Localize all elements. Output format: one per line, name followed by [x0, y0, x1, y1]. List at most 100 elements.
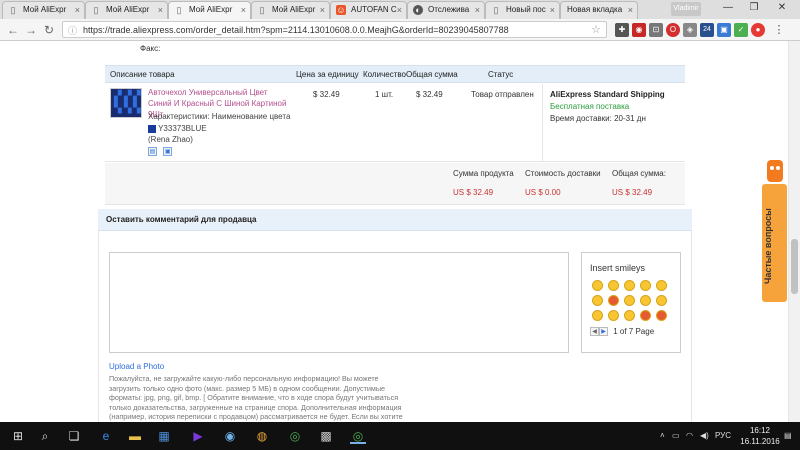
extension-icon[interactable]: ⊡ [649, 23, 663, 37]
shipping-cost: Бесплатная поставка [550, 102, 630, 111]
opera-icon[interactable]: O [666, 23, 680, 37]
file-explorer-icon[interactable]: ▬ [127, 428, 143, 444]
upload-photo-link[interactable]: Upload a Photo [109, 362, 164, 371]
quantity: 1 шт. [375, 90, 394, 99]
app-icon[interactable]: ◍ [254, 428, 270, 444]
smiley-icon[interactable] [608, 280, 619, 291]
extension-icon[interactable]: ✓ [734, 23, 748, 37]
tab-title: Новый пос [506, 5, 546, 14]
chrome-active-icon[interactable]: ◎ [350, 428, 366, 444]
reload-icon[interactable]: ↻ [42, 23, 56, 37]
smiley-icon[interactable] [608, 310, 619, 321]
user-profile-button[interactable]: Vladimir [671, 2, 701, 16]
menu-icon[interactable]: ⋮ [772, 23, 786, 37]
extension-icon[interactable]: ✚ [615, 23, 629, 37]
tab-title: Мой AliExpr [106, 5, 150, 14]
extension-icon[interactable]: ◉ [632, 23, 646, 37]
page-scrollbar[interactable] [788, 41, 800, 422]
maximize-icon[interactable]: ❐ [744, 2, 764, 13]
order-totals-row: Сумма продукта US $ 32.49 Стоимость дост… [105, 163, 685, 205]
system-clock[interactable]: 16:12 16.11.2016 [735, 425, 785, 447]
close-tab-icon[interactable]: × [241, 2, 246, 18]
smiley-icon[interactable] [592, 295, 603, 306]
close-tab-icon[interactable]: × [628, 2, 633, 18]
close-tab-icon[interactable]: × [320, 2, 325, 18]
browser-tab-active[interactable]: ▯ Мой AliExpr × [168, 1, 251, 19]
order-table-header: Описание товара Цена за единицу Количест… [105, 65, 685, 83]
windows-start-icon[interactable]: ⊞ [10, 428, 26, 444]
battery-icon[interactable]: ▭ [672, 431, 680, 440]
minimize-icon[interactable]: — [718, 2, 738, 13]
store-icon[interactable]: ▦ [156, 428, 172, 444]
smiley-icon[interactable] [656, 280, 667, 291]
volume-icon[interactable]: ◀) [700, 431, 709, 440]
shipping-method: AliExpress Standard Shipping [550, 90, 665, 99]
bookmark-star-icon[interactable]: ☆ [591, 23, 601, 36]
smiley-icon[interactable] [624, 295, 635, 306]
browser-tab[interactable]: ▯ Новый пос × [485, 1, 560, 19]
item-status: Товар отправлен [471, 90, 534, 99]
extension-icon[interactable]: ▣ [717, 23, 731, 37]
extension-icon[interactable]: ● [751, 23, 765, 37]
browser-tab[interactable]: ☺ AUTOFAN C × [330, 1, 407, 19]
snapshot-icon[interactable]: ▤ [148, 147, 157, 157]
smiley-icon[interactable] [640, 280, 651, 291]
close-tab-icon[interactable]: × [75, 2, 80, 18]
close-window-icon[interactable]: ✕ [772, 2, 792, 13]
steam-icon[interactable]: ◉ [222, 428, 238, 444]
comment-textarea[interactable] [109, 252, 569, 353]
prev-page-icon[interactable]: ◀ [590, 327, 599, 337]
extension-icon[interactable]: ◈ [683, 23, 697, 37]
smiley-icon[interactable] [592, 310, 603, 321]
smiley-icon[interactable] [640, 295, 651, 306]
document-icon: ▯ [176, 5, 182, 15]
task-view-icon[interactable]: ❏ [66, 428, 82, 444]
column-header: Цена за единицу [296, 70, 359, 79]
smiley-icon[interactable] [656, 310, 667, 321]
browser-tab[interactable]: ▯ Мой AliExpr × [85, 1, 168, 19]
close-tab-icon[interactable]: × [475, 2, 480, 18]
media-player-icon[interactable]: ▶ [190, 428, 206, 444]
search-icon[interactable]: ⌕ [37, 428, 53, 444]
forward-icon[interactable]: → [24, 23, 38, 37]
browser-tab[interactable]: ▯ Мой AliExpr × [251, 1, 330, 19]
document-icon: ▯ [259, 5, 265, 15]
close-tab-icon[interactable]: × [550, 2, 555, 18]
divider [542, 84, 543, 162]
browser-tab[interactable]: ▯ Мой AliExpr × [2, 1, 85, 19]
smiley-icon[interactable] [608, 295, 619, 306]
tab-title: Новая вкладка [567, 5, 623, 14]
wifi-icon[interactable]: ◠ [686, 431, 693, 440]
shipping-cost-label: Стоимость доставки [525, 169, 601, 178]
browser-tab[interactable]: Новая вкладка × [560, 1, 638, 19]
extension-badge-icon[interactable]: 24 [700, 23, 714, 37]
smiley-icon[interactable] [624, 280, 635, 291]
calculator-icon[interactable]: ▩ [318, 428, 334, 444]
tab-title: Мой AliExpr [189, 5, 233, 14]
close-tab-icon[interactable]: × [397, 2, 402, 18]
autofan-icon: ☺ [336, 5, 346, 15]
close-tab-icon[interactable]: × [158, 2, 163, 18]
tray-up-icon[interactable]: ˄ [660, 431, 665, 440]
chrome-icon[interactable]: ◎ [287, 428, 303, 444]
next-page-icon[interactable]: ▶ [599, 327, 608, 337]
browser-tab[interactable]: ◐ Отслежива × [407, 1, 485, 19]
smiley-icon[interactable] [640, 310, 651, 321]
notifications-icon[interactable]: ▤ [784, 431, 792, 440]
windows-taskbar: ⊞ ⌕ ❏ e ▬ ▦ ▶ ◉ ◍ ◎ ▩ ◎ ˄ ▭ ◠ ◀) РУС 16:… [0, 422, 800, 450]
color-code: Y33373BLUE [158, 124, 207, 133]
scrollbar-thumb[interactable] [791, 239, 798, 294]
smiley-icon[interactable] [656, 295, 667, 306]
faq-help-button[interactable]: Частые вопросы [762, 160, 787, 302]
product-thumbnail[interactable]: ▞ ▞ ▞ ▚ ▚ ▚ [110, 88, 142, 118]
page-info-icon[interactable]: ⓘ [68, 24, 77, 37]
edge-icon[interactable]: e [98, 428, 114, 444]
smiley-icon[interactable] [592, 280, 603, 291]
address-bar[interactable]: ⓘ https://trade.aliexpress.com/order_det… [62, 21, 607, 38]
back-icon[interactable]: ← [6, 23, 20, 37]
product-characteristics: Характеристики: Наименование цвета [148, 112, 291, 121]
language-indicator[interactable]: РУС [715, 431, 731, 440]
url-text[interactable]: https://trade.aliexpress.com/order_detai… [83, 25, 509, 35]
photo-icon[interactable]: ▣ [163, 147, 173, 157]
smiley-icon[interactable] [624, 310, 635, 321]
